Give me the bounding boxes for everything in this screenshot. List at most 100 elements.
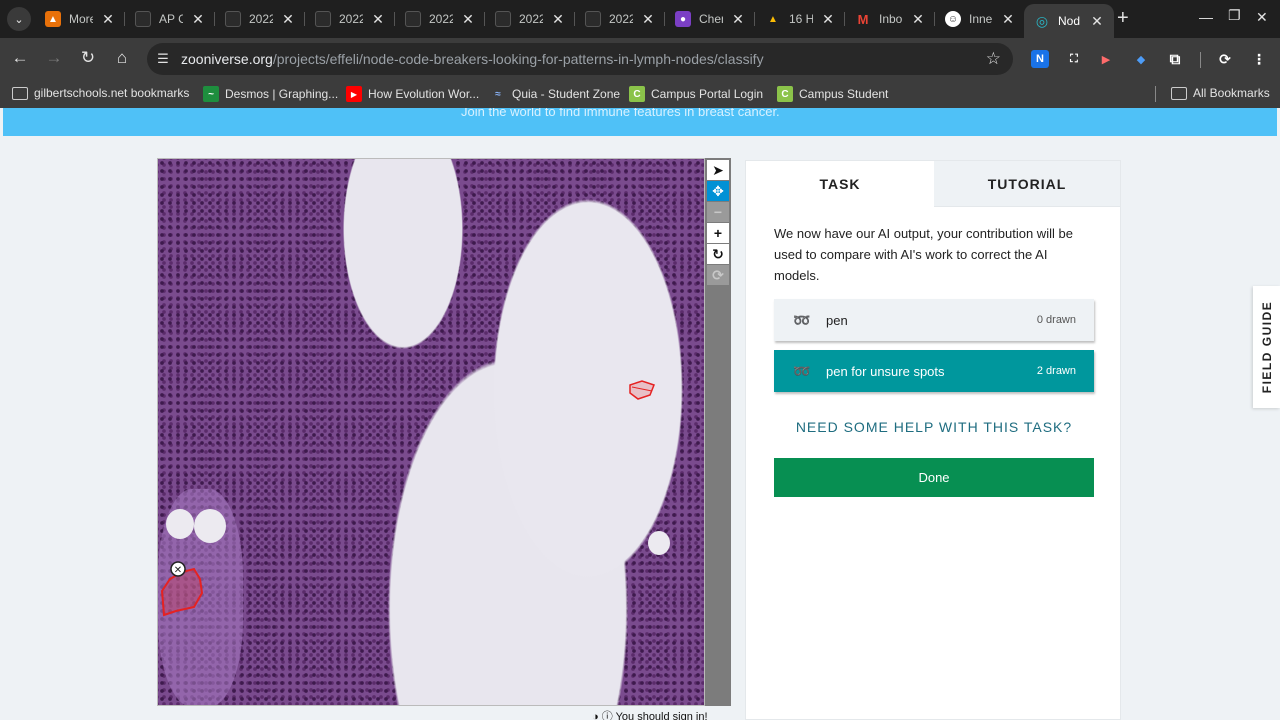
close-window-icon[interactable]: ✕ xyxy=(1256,9,1268,26)
unsure-spot-annotation[interactable] xyxy=(629,380,655,400)
project-banner: Join the world to find immune features i… xyxy=(3,108,1277,136)
browser-tab[interactable]: 2022 ✕ xyxy=(405,5,475,33)
bookmark-item[interactable]: C Campus Portal Login xyxy=(629,86,763,102)
browser-tab[interactable]: ☺ Inne ✕ xyxy=(945,5,1015,33)
cursor-icon: ➤ xyxy=(712,161,724,178)
viewer-toolbar: ➤ ✥ − + ↻ ⟳ xyxy=(705,158,731,706)
bookmark-item[interactable]: gilbertschools.net bookmarks xyxy=(12,86,189,100)
menu-kebab-icon[interactable]: ⋮ xyxy=(1250,50,1268,68)
zoom-out-button[interactable]: − xyxy=(707,202,729,222)
subject-image-viewer[interactable]: ✕ xyxy=(157,158,705,706)
profile-sync-icon[interactable]: ⟳ xyxy=(1216,50,1234,68)
forward-button[interactable]: → xyxy=(43,48,65,68)
done-button[interactable]: Done xyxy=(774,458,1094,497)
browser-tab[interactable]: 2022 ✕ xyxy=(495,5,565,33)
browser-toolbar: ← → ↻ ⌂ ☰ zooniverse.org/projects/effeli… xyxy=(0,38,1280,80)
unsure-pen-tool-button[interactable]: ➿ pen for unsure spots 2 drawn xyxy=(774,350,1094,392)
close-tab-icon[interactable]: ✕ xyxy=(101,11,115,28)
close-tab-icon[interactable]: ✕ xyxy=(821,11,835,28)
extension-cast-icon[interactable]: ◆ xyxy=(1132,50,1150,68)
reset-icon: ⟳ xyxy=(712,266,724,283)
back-button[interactable]: ← xyxy=(9,48,31,68)
task-panel: TASK TUTORIAL We now have our AI output,… xyxy=(745,160,1121,720)
pen-tool-button[interactable]: ➿ pen 0 drawn xyxy=(774,299,1094,341)
task-help-link[interactable]: NEED SOME HELP WITH THIS TASK? xyxy=(774,419,1094,435)
zooniverse-icon: ◎ xyxy=(1035,12,1049,29)
home-button[interactable]: ⌂ xyxy=(111,48,133,68)
shield-icon xyxy=(585,11,601,27)
annotation-layer[interactable]: ✕ xyxy=(158,159,705,706)
tab-tutorial[interactable]: TUTORIAL xyxy=(934,161,1120,207)
shield-icon xyxy=(405,11,421,27)
minimize-icon[interactable]: — xyxy=(1199,9,1213,25)
close-tab-icon[interactable]: ✕ xyxy=(551,11,565,28)
extension-scan-icon[interactable]: ⛶ xyxy=(1065,50,1083,68)
zoom-in-button[interactable]: + xyxy=(707,223,729,243)
signin-hint[interactable]: ◑ ⓘ You should sign in! xyxy=(592,708,708,720)
shield-icon xyxy=(135,11,151,27)
site-info-icon[interactable]: ☰ xyxy=(155,51,171,67)
panel-tabs: TASK TUTORIAL xyxy=(746,161,1120,207)
bookmark-item[interactable]: C Campus Student xyxy=(777,86,888,102)
arrow-left-icon: ← xyxy=(11,48,29,67)
tab-search-button[interactable]: ⌄ xyxy=(7,7,31,31)
restore-icon[interactable]: ❐ xyxy=(1228,7,1241,24)
close-tab-icon[interactable]: ✕ xyxy=(461,11,475,28)
all-bookmarks-button[interactable]: All Bookmarks xyxy=(1171,86,1270,100)
extension-record-icon[interactable]: ▶ xyxy=(1097,50,1115,68)
desmos-icon: ~ xyxy=(203,86,219,102)
pan-tool[interactable]: ✥ xyxy=(707,181,729,201)
chevron-down-icon: ⌄ xyxy=(14,13,24,26)
bookmark-item[interactable]: ~ Desmos | Graphing... xyxy=(203,86,338,102)
person-icon: ● xyxy=(675,11,691,27)
browser-tab[interactable]: ▲ 16 H ✕ xyxy=(765,5,835,33)
shield-icon xyxy=(225,11,241,27)
move-icon: ✥ xyxy=(712,182,724,199)
browser-tab[interactable]: ▲ More ✕ xyxy=(45,5,115,33)
campus-icon: C xyxy=(777,86,793,102)
close-tab-icon[interactable]: ✕ xyxy=(731,11,745,28)
home-icon: ⌂ xyxy=(116,48,128,67)
bookmarks-bar: gilbertschools.net bookmarks ~ Desmos | … xyxy=(0,80,1280,108)
browser-tab[interactable]: 2022 ✕ xyxy=(315,5,385,33)
pen-squiggle-icon: ➿ xyxy=(793,362,811,379)
extension-n-icon[interactable]: N xyxy=(1031,50,1049,68)
browser-tab[interactable]: AP C ✕ xyxy=(135,5,205,33)
shield-icon xyxy=(315,11,331,27)
field-guide-tab[interactable]: FIELD GUIDE xyxy=(1253,286,1280,408)
rotate-button[interactable]: ↻ xyxy=(707,244,729,264)
youtube-icon: ▶ xyxy=(346,86,362,102)
close-tab-icon[interactable]: ✕ xyxy=(371,11,385,28)
contrast-icon[interactable]: ◑ xyxy=(592,711,599,720)
browser-tab-active[interactable]: ◎ Nod ✕ xyxy=(1024,4,1114,38)
browser-tab[interactable]: ● Chen ✕ xyxy=(675,5,745,33)
new-tab-button[interactable]: + xyxy=(1117,8,1129,28)
face-icon: ☺ xyxy=(945,11,961,27)
bookmark-star-icon[interactable]: ☆ xyxy=(986,49,1001,69)
reload-button[interactable]: ↻ xyxy=(77,48,99,68)
close-tab-icon[interactable]: ✕ xyxy=(281,11,295,28)
close-tab-icon[interactable]: ✕ xyxy=(641,11,655,28)
close-tab-icon[interactable]: ✕ xyxy=(1090,13,1104,30)
rotate-icon: ↻ xyxy=(712,245,724,262)
reload-icon: ↻ xyxy=(80,48,96,67)
drive-icon: ▲ xyxy=(768,13,778,25)
info-icon[interactable]: ⓘ xyxy=(602,711,613,720)
close-tab-icon[interactable]: ✕ xyxy=(1001,11,1015,28)
close-tab-icon[interactable]: ✕ xyxy=(911,11,925,28)
address-bar[interactable]: ☰ zooniverse.org/projects/effeli/node-co… xyxy=(147,43,1013,75)
browser-tab[interactable]: 2022 ✕ xyxy=(225,5,295,33)
close-tab-icon[interactable]: ✕ xyxy=(191,11,205,28)
reset-view-button[interactable]: ⟳ xyxy=(707,265,729,285)
tab-task[interactable]: TASK xyxy=(746,161,934,207)
page-content: Join the world to find immune features i… xyxy=(0,108,1280,720)
browser-tab[interactable]: M Inbo ✕ xyxy=(855,5,925,33)
plus-icon: + xyxy=(713,225,723,241)
shield-icon xyxy=(495,11,511,27)
bookmark-item[interactable]: ≈ Quia - Student Zone xyxy=(490,86,620,102)
pointer-tool[interactable]: ➤ xyxy=(707,160,729,180)
extensions-puzzle-icon[interactable]: ⧉ xyxy=(1166,50,1184,68)
browser-tab[interactable]: 2022 ✕ xyxy=(585,5,655,33)
bookmark-item[interactable]: ▶ How Evolution Wor... xyxy=(346,86,479,102)
person-icon: ▲ xyxy=(45,11,61,27)
